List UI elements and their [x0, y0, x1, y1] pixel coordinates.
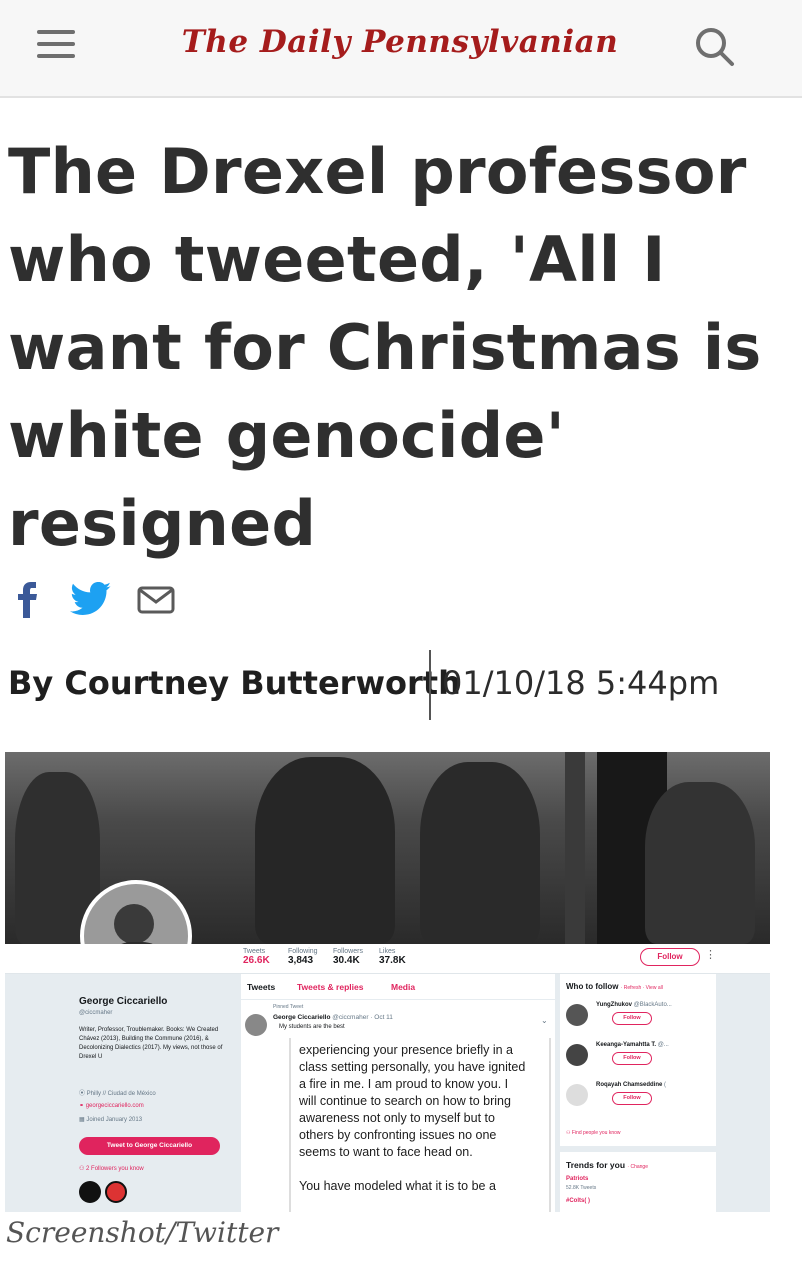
tweet-image-line: others by confronting issues no one — [299, 1128, 497, 1142]
article-byline[interactable]: By Courtney Butterworth — [8, 664, 461, 702]
trends-panel: Trends for you · Change Patriots 52.8K T… — [560, 1152, 716, 1212]
tweet-to-button[interactable]: Tweet to George Ciccariello — [79, 1137, 220, 1155]
site-header: The Daily Pennsylvanian — [0, 0, 802, 98]
chevron-down-icon[interactable]: ⌄ — [541, 1016, 548, 1025]
suggestion-avatar[interactable] — [566, 1044, 588, 1066]
tab-tweets-replies[interactable]: Tweets & replies — [297, 982, 363, 992]
profile-nav: Tweets 26.6K Following 3,843 Followers 30.4… — [5, 944, 770, 974]
right-sidebar: Who to follow · Refresh · View all YungZ… — [560, 974, 770, 1212]
who-to-follow: Who to follow · Refresh · View all YungZ… — [560, 974, 716, 1146]
stat-following[interactable]: Following 3,843 — [288, 948, 318, 966]
profile-follow-button[interactable]: Follow — [640, 948, 700, 966]
headline-line: who tweeted, 'All I — [8, 223, 666, 296]
profile-name: George Ciccariello — [79, 996, 168, 1007]
article-date: 01/10/18 5:44pm — [442, 664, 720, 702]
byline-divider — [429, 650, 431, 720]
tweet-header: George Ciccariello @ciccmaher · Oct 11 — [273, 1014, 393, 1021]
follower-avatar[interactable] — [105, 1181, 127, 1203]
suggestion-name[interactable]: YungZhukov @BlackAuto... — [596, 1002, 672, 1008]
trend-item[interactable]: #Colts( ) — [566, 1198, 590, 1204]
tweet-avatar[interactable] — [245, 1014, 267, 1036]
suggestion-item: YungZhukov @BlackAuto... Follow — [566, 1000, 716, 1036]
tab-tweets[interactable]: Tweets — [247, 982, 275, 992]
tweet-image-line: class setting personally, you have ignit… — [299, 1060, 526, 1074]
follower-avatar[interactable] — [79, 1181, 101, 1203]
profile-location: ⦿ Philly // Ciudad de México — [79, 1091, 156, 1097]
headline-line: want for Christmas is — [8, 311, 762, 384]
tweet-image-line: You have modeled what it is to be a — [299, 1179, 496, 1193]
find-people-link[interactable]: ⚇ Find people you know — [566, 1130, 621, 1136]
trends-title: Trends for you · Change — [566, 1160, 648, 1170]
headline-line: white genocide' — [8, 399, 566, 472]
tweet-image[interactable]: experiencing your presence briefly in a … — [289, 1038, 551, 1212]
trend-item[interactable]: Patriots — [566, 1176, 588, 1182]
suggestion-name[interactable]: Keeanga-Yamahtta T. @... — [596, 1042, 669, 1048]
tweet-text: My students are the best — [279, 1024, 345, 1030]
mail-icon[interactable] — [136, 582, 176, 618]
profile-handle: @ciccmaher — [79, 1010, 113, 1016]
follow-button[interactable]: Follow — [612, 1012, 652, 1025]
suggestion-name[interactable]: Roqayah Chamseddine ( — [596, 1082, 666, 1088]
suggestion-avatar[interactable] — [566, 1084, 588, 1106]
twitter-body: George Ciccariello @ciccmaher Writer, Pr… — [5, 974, 770, 1212]
search-icon[interactable] — [694, 26, 736, 68]
suggestion-avatar[interactable] — [566, 1004, 588, 1026]
tweet-image-line: seems to want to face head on. — [299, 1145, 473, 1159]
tweet-image-line: will continue to search on how to bring — [299, 1094, 511, 1108]
timeline: Tweets Tweets & replies Media Pinned Twe… — [241, 974, 555, 1212]
stat-followers[interactable]: Followers 30.4K — [333, 948, 363, 966]
suggestion-item: Keeanga-Yamahtta T. @... Follow — [566, 1040, 716, 1076]
article-headline: The Drexel professor who tweeted, 'All I… — [8, 128, 768, 568]
pinned-label: Pinned Tweet — [273, 1004, 304, 1010]
headline-line: The Drexel professor — [8, 135, 747, 208]
stat-likes[interactable]: Likes 37.8K — [379, 948, 406, 966]
stat-tweets[interactable]: Tweets 26.6K — [243, 948, 270, 966]
article-image-twitter-screenshot: Tweets 26.6K Following 3,843 Followers 30.4… — [5, 752, 770, 1212]
profile-bio: Writer, Professor, Troublemaker. Books: … — [79, 1027, 223, 1060]
tab-media[interactable]: Media — [391, 982, 415, 992]
profile-joined: ▦ Joined January 2013 — [79, 1117, 143, 1123]
tweet-image-line: a fire in me. I am proud to know you. I — [299, 1077, 509, 1091]
followers-you-know[interactable]: ⚇ 2 Followers you know — [79, 1165, 144, 1172]
who-to-follow-title: Who to follow · Refresh · View all — [566, 982, 663, 991]
twitter-icon[interactable] — [70, 582, 112, 618]
timeline-tabs: Tweets Tweets & replies Media — [241, 974, 555, 1000]
profile-sidebar: George Ciccariello @ciccmaher Writer, Pr… — [67, 974, 235, 1212]
tweet-image-line: awareness not only to myself but to — [299, 1111, 495, 1125]
image-caption: Screenshot/Twitter — [6, 1216, 279, 1249]
profile-website[interactable]: ⚭ georgeciccariello.com — [79, 1102, 144, 1109]
tweet-image-line: experiencing your presence briefly in a — [299, 1043, 514, 1057]
suggestion-item: Roqayah Chamseddine ( Follow — [566, 1080, 716, 1116]
facebook-icon[interactable] — [14, 582, 40, 618]
headline-line: resigned — [8, 487, 317, 560]
follow-button[interactable]: Follow — [612, 1092, 652, 1105]
trend-count: 52.8K Tweets — [566, 1185, 597, 1191]
follow-button[interactable]: Follow — [612, 1052, 652, 1065]
more-options-icon[interactable]: ⋮ — [705, 948, 716, 961]
hamburger-menu-icon[interactable] — [37, 30, 75, 58]
site-masthead[interactable]: The Daily Pennsylvanian — [180, 24, 620, 60]
